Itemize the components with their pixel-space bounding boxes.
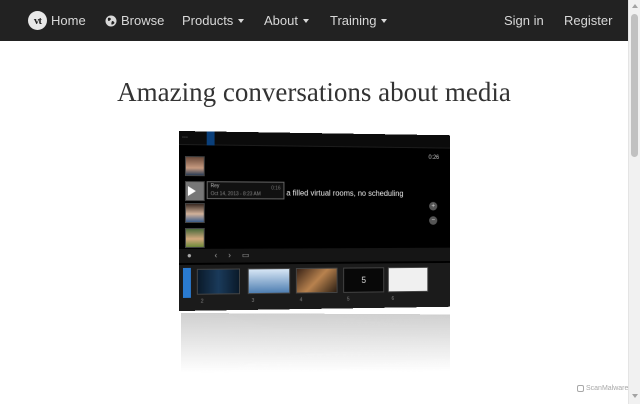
nav-browse-label: Browse bbox=[121, 13, 165, 28]
scanmalware-watermark: ScanMalware bbox=[577, 385, 628, 392]
screenshot-top-highlight bbox=[206, 131, 215, 146]
globe-icon bbox=[105, 15, 117, 26]
slide-thumbnail bbox=[247, 268, 291, 295]
screenshot-menu-icon: ⋯ bbox=[181, 135, 188, 142]
thumb-number: 3 bbox=[251, 297, 255, 304]
hero-title: Amazing conversations about media bbox=[117, 77, 511, 107]
fullscreen-icon: ▭ bbox=[241, 250, 250, 260]
thumb-number: 6 bbox=[391, 296, 395, 302]
thumb-number: 4 bbox=[299, 297, 303, 304]
commenter-avatar bbox=[184, 203, 205, 223]
slide-thumbnail-strip: 5 2 3 4 5 6 bbox=[179, 262, 450, 311]
caret-down-icon bbox=[381, 19, 388, 23]
zoom-out-icon: − bbox=[429, 216, 438, 225]
screenshot-controls-bar: ● ‹ › ▭ bbox=[179, 247, 450, 263]
tooltip-meta: Oct 14, 2013 - 8:23 AM bbox=[210, 191, 261, 198]
strip-active-marker bbox=[182, 267, 191, 298]
nav-training[interactable]: Training bbox=[330, 0, 388, 41]
nav-register-label: Register bbox=[564, 13, 613, 28]
nav-products-label: Products bbox=[182, 13, 234, 28]
nav-browse[interactable]: Browse bbox=[105, 0, 164, 41]
caret-down-icon bbox=[302, 19, 309, 23]
scanmalware-logo-icon bbox=[577, 385, 584, 392]
thumb-number: 5 bbox=[346, 296, 350, 303]
screenshot-reflection bbox=[181, 313, 451, 373]
nav-about[interactable]: About bbox=[264, 0, 309, 41]
screenshot-top-bar: ⋯ bbox=[179, 131, 450, 149]
slide-thumbnail: 5 bbox=[343, 267, 385, 293]
screenshot-timer: 0:26 bbox=[428, 155, 440, 161]
scroll-down-arrow-icon[interactable] bbox=[632, 394, 638, 398]
slide-thumbnail bbox=[387, 266, 429, 293]
slide-thumbnail bbox=[196, 268, 241, 295]
nav-register[interactable]: Register bbox=[564, 0, 612, 41]
tooltip-time: 0:16 bbox=[271, 185, 281, 192]
thumb-number: 2 bbox=[200, 298, 204, 305]
watermark-label: ScanMalware bbox=[586, 385, 629, 392]
product-screenshot: ⋯ 0:26 Rey Oct 14, 2013 - 8:23 AM 0:16 a… bbox=[179, 131, 450, 311]
page-scrollbar[interactable] bbox=[628, 0, 640, 404]
nav-signin-label: Sign in bbox=[504, 13, 544, 28]
slide-thumbnail-label: 5 bbox=[361, 275, 367, 285]
scroll-thumb[interactable] bbox=[631, 14, 638, 157]
tooltip-name: Rey bbox=[210, 183, 220, 190]
commenter-avatar bbox=[184, 227, 205, 248]
comment-tooltip: Rey Oct 14, 2013 - 8:23 AM 0:16 bbox=[206, 181, 285, 200]
nav-training-label: Training bbox=[330, 13, 377, 28]
nav-signin[interactable]: Sign in bbox=[504, 0, 544, 41]
chevron-right-icon: › bbox=[228, 250, 231, 260]
scroll-up-arrow-icon[interactable] bbox=[632, 4, 638, 8]
screenshot-caption: a filled virtual rooms, no scheduling bbox=[286, 188, 404, 198]
chevron-left-icon: ‹ bbox=[214, 250, 218, 260]
zoom-in-icon: + bbox=[429, 201, 438, 211]
comment-bubble-icon: ● bbox=[186, 250, 192, 260]
nav-home[interactable]: vt Home bbox=[28, 0, 86, 41]
nav-products[interactable]: Products bbox=[182, 0, 245, 41]
play-icon bbox=[187, 186, 196, 197]
nav-about-label: About bbox=[264, 13, 298, 28]
voicethread-logo-icon: vt bbox=[28, 11, 47, 30]
top-navbar: vt Home Browse Products About Training S… bbox=[0, 0, 628, 41]
commenter-avatar bbox=[184, 156, 205, 177]
slide-thumbnail bbox=[295, 267, 338, 294]
nav-home-label: Home bbox=[51, 13, 86, 28]
caret-down-icon bbox=[238, 19, 245, 23]
